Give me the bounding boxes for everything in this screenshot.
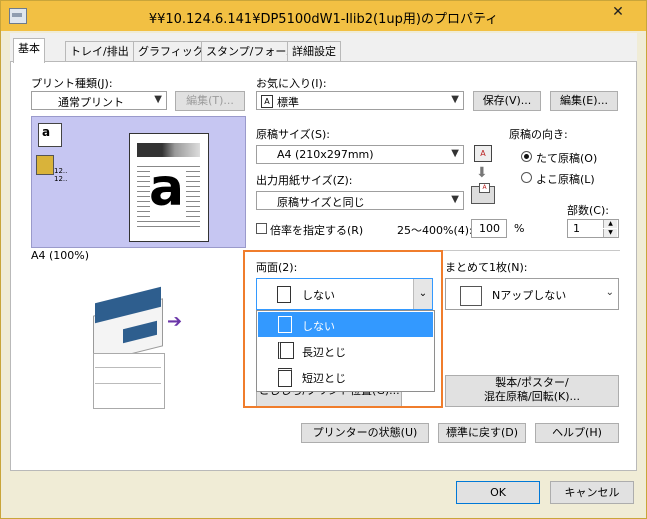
paper-size-value: A4 (210x297mm) [277, 148, 374, 161]
scale-range-label: 25～400%(4): [397, 224, 473, 237]
landscape-radio[interactable] [521, 172, 532, 183]
copies-value: 1 [573, 222, 580, 235]
scale-value: 100 [479, 222, 500, 235]
chevron-down-icon: ▼ [451, 148, 459, 159]
copy-mode-icon: a [38, 123, 62, 147]
duplex-select[interactable]: しない ⌄ [256, 278, 433, 310]
tab-basic[interactable]: 基本 [13, 38, 45, 63]
scale-unit: % [514, 222, 525, 235]
short-edge-icon [278, 368, 292, 387]
duplex-option-short-edge[interactable]: 短辺とじ [258, 364, 433, 389]
portrait-label: たて原稿(O) [536, 152, 598, 165]
cancel-button[interactable]: キャンセル [550, 481, 634, 504]
chevron-down-icon: ▼ [154, 94, 162, 105]
output-size-select[interactable]: 原稿サイズと同じ ▼ [256, 191, 464, 210]
printer-illustration: ➔ [83, 286, 183, 411]
preview-letter: a [149, 158, 185, 218]
copies-label: 部数(C): [567, 204, 609, 217]
landscape-label: よこ原稿(L) [536, 173, 595, 186]
nup-value: Nアップしない [492, 289, 567, 302]
booklet-button[interactable]: 製本/ポスター/ 混在原稿/回転(K)... [445, 375, 619, 407]
favorite-icon: A [261, 95, 273, 108]
favorites-label: お気に入り(I): [256, 77, 327, 90]
option-label: 長辺とじ [302, 346, 346, 359]
output-size-label: 出力用紙サイズ(Z): [256, 174, 353, 187]
duplex-dropdown-list: しない 長辺とじ 短辺とじ [256, 310, 435, 392]
chevron-down-icon: ⌄ [413, 279, 432, 309]
chevron-down-icon: ▼ [451, 194, 459, 205]
window-title: ¥¥10.124.6.141¥DP5100dW1-Ilib2(1up用)のプロパ… [148, 12, 499, 27]
close-button[interactable]: ✕ [596, 2, 640, 22]
nup-icon [460, 286, 482, 306]
output-arrow-icon: ➔ [167, 311, 183, 332]
simplex-icon [277, 286, 291, 303]
option-label: しない [302, 320, 335, 333]
long-edge-icon [278, 342, 294, 359]
print-type-label: プリント種類(J): [31, 77, 113, 90]
duplex-value: しない [302, 289, 335, 302]
paper-size-label: 原稿サイズ(S): [256, 128, 330, 141]
nup-label: まとめて1枚(N): [445, 261, 528, 274]
output-size-value: 原稿サイズと同じ [277, 196, 365, 209]
help-button[interactable]: ヘルプ(H) [535, 423, 619, 443]
printer-output-icon: A [471, 183, 495, 204]
paper-size-icon: A [474, 145, 492, 162]
chevron-down-icon: ⌄ [605, 287, 614, 298]
scale-input[interactable]: 100 [471, 219, 507, 238]
tab-tray-output[interactable]: トレイ/排出 [65, 41, 134, 62]
print-preview: a 12.. 12.. a [31, 116, 246, 248]
portrait-radio[interactable] [521, 151, 532, 162]
nup-select[interactable]: Nアップしない ⌄ [445, 278, 619, 310]
option-label: 短辺とじ [302, 372, 346, 385]
orientation-label: 原稿の向き: [509, 128, 568, 141]
print-type-edit-button[interactable]: 編集(T)... [175, 91, 245, 111]
duplex-option-long-edge[interactable]: 長辺とじ [258, 338, 433, 363]
spin-up-icon[interactable]: ▲ [603, 220, 617, 228]
favorites-select[interactable]: A 標準 ▼ [256, 91, 464, 110]
favorites-value: 標準 [277, 96, 299, 109]
restore-defaults-button[interactable]: 標準に戻す(D) [438, 423, 526, 443]
down-arrow-icon: ⬇ [476, 165, 488, 181]
tab-advanced[interactable]: 詳細設定 [287, 41, 341, 62]
booklet-label-line1: 製本/ポスター/ [495, 376, 569, 389]
section-divider [256, 250, 620, 251]
duplex-label: 両面(2): [256, 261, 298, 274]
printer-status-button[interactable]: プリンターの状態(U) [301, 423, 429, 443]
spin-down-icon[interactable]: ▼ [603, 229, 617, 237]
copies-input[interactable]: 1 ▲ ▼ [567, 219, 619, 238]
chevron-down-icon: ▼ [451, 94, 459, 105]
preview-caption: A4 (100%) [31, 249, 90, 262]
print-type-value: 通常プリント [58, 96, 124, 109]
title-bar: ¥¥10.124.6.141¥DP5100dW1-Ilib2(1up用)のプロパ… [1, 1, 646, 31]
page-preview-sheet: a [129, 133, 209, 242]
collate-icon [36, 155, 54, 175]
paper-size-select[interactable]: A4 (210x297mm) ▼ [256, 145, 464, 164]
print-type-select[interactable]: 通常プリント ▼ [31, 91, 167, 110]
scale-label: 倍率を指定する(R) [270, 224, 364, 237]
booklet-label-line2: 混在原稿/回転(K)... [484, 390, 580, 403]
ok-button[interactable]: OK [456, 481, 540, 504]
dialog-window: ¥¥10.124.6.141¥DP5100dW1-Ilib2(1up用)のプロパ… [0, 0, 647, 519]
simplex-icon [278, 316, 292, 333]
favorites-edit-button[interactable]: 編集(E)... [550, 91, 618, 111]
scale-checkbox[interactable] [256, 223, 267, 234]
favorites-save-button[interactable]: 保存(V)... [473, 91, 541, 111]
duplex-option-none[interactable]: しない [258, 312, 433, 337]
